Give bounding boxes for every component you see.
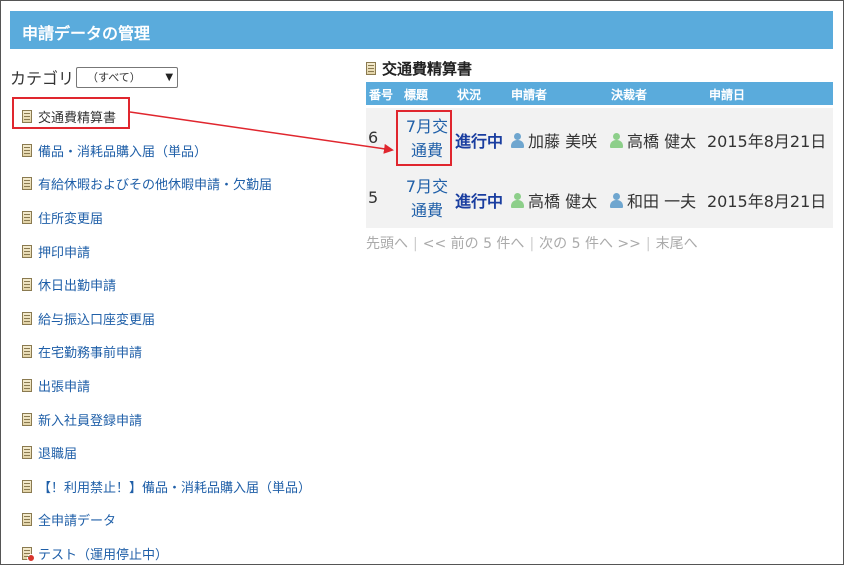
category-item-label: 出張申請 <box>38 380 91 396</box>
approver-name: 高橋 健太 <box>627 132 697 151</box>
applicant-name: 加藤 美咲 <box>528 132 598 151</box>
document-icon <box>22 412 32 426</box>
category-item-label: テスト（運用停止中） <box>38 548 169 564</box>
pagination: 先頭へ | << 前の 5 件へ | 次の 5 件へ >> | 末尾へ <box>366 233 698 253</box>
row-date: 2015年8月21日 <box>707 132 827 151</box>
table-row: 5 7月交通費 進行中 高橋 健太 和田 一夫 2015年8月21日 <box>366 168 833 228</box>
category-filter: カテゴリ （すべて） ▼ <box>10 66 179 88</box>
category-item-resignation[interactable]: 退職届 <box>22 436 311 470</box>
highlight-annotation-title <box>396 110 452 166</box>
row-number: 5 <box>368 188 379 207</box>
highlight-annotation-category <box>12 97 130 129</box>
category-list: 交通費精算書 備品・消耗品購入届（単品） 有給休暇およびその他休暇申請・欠勤届 … <box>22 100 311 565</box>
category-item-label: 新入社員登録申請 <box>38 413 143 429</box>
category-item-label: 備品・消耗品購入届（単品） <box>38 144 208 160</box>
user-icon <box>609 192 624 208</box>
category-item-address-change[interactable]: 住所変更届 <box>22 201 311 235</box>
document-icon <box>22 211 32 225</box>
row-approver[interactable]: 和田 一夫 <box>609 188 696 212</box>
document-icon <box>22 446 32 460</box>
pager-separator: | <box>645 236 651 252</box>
document-stopped-icon <box>22 547 35 563</box>
category-item-label: 休日出勤申請 <box>38 279 117 295</box>
applicant-name: 高橋 健太 <box>528 192 598 211</box>
list-title-text: 交通費精算書 <box>382 60 473 78</box>
pager-next[interactable]: 次の 5 件へ >> <box>539 236 641 252</box>
document-icon <box>22 479 32 493</box>
row-title-link[interactable]: 7月交通費 <box>402 175 452 223</box>
pager-prev[interactable]: << 前の 5 件へ <box>423 236 525 252</box>
category-item-business-trip[interactable]: 出張申請 <box>22 369 311 403</box>
category-item-all-data[interactable]: 全申請データ <box>22 503 311 537</box>
category-item-new-employee[interactable]: 新入社員登録申請 <box>22 402 311 436</box>
pager-last[interactable]: 末尾へ <box>656 236 698 252</box>
document-icon <box>22 244 32 258</box>
document-icon <box>22 143 32 157</box>
page-title: 申請データの管理 <box>22 24 151 43</box>
user-icon <box>510 132 525 148</box>
row-title-line: 通費 <box>410 201 443 220</box>
user-icon <box>510 192 525 208</box>
category-item-remote-work[interactable]: 在宅勤務事前申請 <box>22 335 311 369</box>
document-icon <box>22 311 32 325</box>
category-item-supplies-disabled[interactable]: 【！利用禁止！】備品・消耗品購入届（単品） <box>22 470 311 504</box>
category-item-label: 退職届 <box>38 447 78 463</box>
category-item-salary-account[interactable]: 給与振込口座変更届 <box>22 302 311 336</box>
pager-separator: | <box>529 236 535 252</box>
category-item-test[interactable]: テスト（運用停止中） <box>22 537 311 565</box>
document-icon <box>22 513 32 527</box>
pager-first[interactable]: 先頭へ <box>366 236 408 252</box>
category-item-label: 押印申請 <box>38 245 91 261</box>
column-header-status: 状況 <box>457 88 482 102</box>
page-header: 申請データの管理 <box>10 11 833 49</box>
approver-name: 和田 一夫 <box>627 192 697 211</box>
category-select[interactable]: （すべて） ▼ <box>76 66 179 88</box>
category-item-label: 全申請データ <box>38 514 117 530</box>
table-header: 番号 標題 状況 申請者 決裁者 申請日 <box>366 82 833 105</box>
user-icon <box>609 132 624 148</box>
row-title-line: 7月交 <box>405 177 449 196</box>
category-item-label: 住所変更届 <box>38 212 104 228</box>
column-header-number: 番号 <box>369 88 394 102</box>
category-select-value: （すべて） <box>87 71 141 84</box>
category-item-label: 【！利用禁止！】備品・消耗品購入届（単品） <box>38 480 312 496</box>
row-number: 6 <box>368 128 379 147</box>
category-item-holiday-work[interactable]: 休日出勤申請 <box>22 268 311 302</box>
category-item-supplies[interactable]: 備品・消耗品購入届（単品） <box>22 134 311 168</box>
document-icon <box>366 62 376 75</box>
category-label: カテゴリ <box>10 69 75 88</box>
list-title: 交通費精算書 <box>366 58 472 79</box>
row-status: 進行中 <box>455 132 504 151</box>
pager-separator: | <box>413 236 418 252</box>
category-item-label: 有給休暇およびその他休暇申請・欠勤届 <box>38 178 273 194</box>
row-applicant[interactable]: 高橋 健太 <box>510 188 597 212</box>
row-date: 2015年8月21日 <box>707 192 827 211</box>
document-icon <box>22 177 32 191</box>
row-approver[interactable]: 高橋 健太 <box>609 128 696 152</box>
document-icon <box>22 278 32 292</box>
category-item-leave[interactable]: 有給休暇およびその他休暇申請・欠勤届 <box>22 167 311 201</box>
chevron-down-icon: ▼ <box>165 71 174 83</box>
document-icon <box>22 379 32 393</box>
stopped-badge-icon <box>27 554 35 563</box>
column-header-date: 申請日 <box>709 88 746 102</box>
column-header-applicant: 申請者 <box>511 88 548 102</box>
row-status: 進行中 <box>455 192 504 211</box>
category-item-label: 給与振込口座変更届 <box>38 312 156 328</box>
row-applicant[interactable]: 加藤 美咲 <box>510 128 597 152</box>
document-icon <box>22 345 32 359</box>
category-item-seal[interactable]: 押印申請 <box>22 234 311 268</box>
category-item-label: 在宅勤務事前申請 <box>38 346 143 362</box>
column-header-approver: 決裁者 <box>611 88 648 102</box>
column-header-title: 標題 <box>404 88 429 102</box>
